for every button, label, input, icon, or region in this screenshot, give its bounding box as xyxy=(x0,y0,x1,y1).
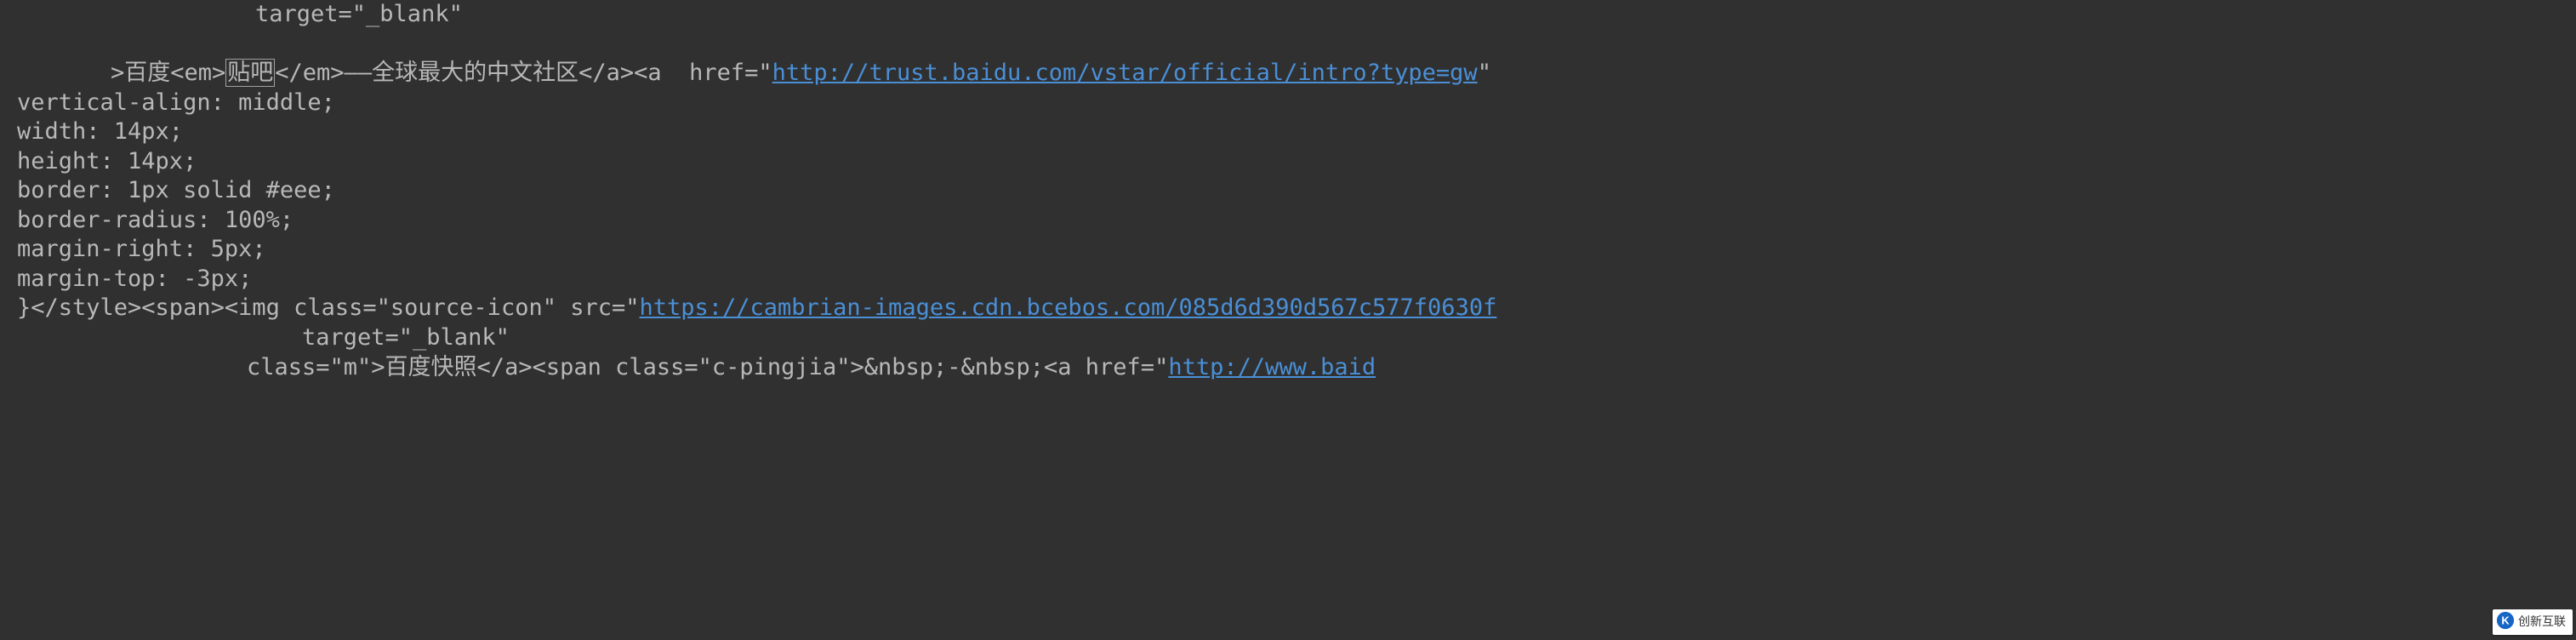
watermark-logo-icon: K xyxy=(2496,611,2515,634)
code-line-11: target="_blank" xyxy=(17,323,510,353)
code-text: " xyxy=(1478,60,1491,86)
code-text: }</style><span><img class="source-icon" … xyxy=(17,294,640,321)
code-text: >百度<em> xyxy=(111,60,225,86)
code-line-3: vertical-align: middle; xyxy=(17,89,335,116)
code-line-8: margin-right: 5px; xyxy=(17,236,266,262)
hyperlink[interactable]: http://www.baid xyxy=(1168,354,1376,380)
code-editor-viewport[interactable]: target="_blank" >百度<em>贴吧</em>——全球最大的中文社… xyxy=(0,0,2576,382)
code-line-6: border: 1px solid #eee; xyxy=(17,177,335,203)
hyperlink[interactable]: http://trust.baidu.com/vstar/official/in… xyxy=(772,60,1478,86)
code-content[interactable]: target="_blank" >百度<em>贴吧</em>——全球最大的中文社… xyxy=(17,0,2576,382)
code-line-9: margin-top: -3px; xyxy=(17,266,252,292)
watermark-badge: K 创新互联 xyxy=(2493,609,2573,635)
svg-text:K: K xyxy=(2501,614,2510,626)
code-line-4: width: 14px; xyxy=(17,118,183,145)
watermark-text: 创新互联 xyxy=(2518,614,2566,630)
code-text: class="m">百度快照</a><span class="c-pingjia… xyxy=(247,354,1168,380)
hyperlink[interactable]: https://cambrian-images.cdn.bcebos.com/0… xyxy=(640,294,1497,321)
code-text: </em>——全球最大的中文社区</a><a href=" xyxy=(275,60,772,86)
search-highlight: 贴吧 xyxy=(225,59,275,87)
code-line-5: height: 14px; xyxy=(17,148,197,174)
code-line-7: border-radius: 100%; xyxy=(17,207,294,233)
code-line-1: target="_blank" xyxy=(17,0,463,30)
